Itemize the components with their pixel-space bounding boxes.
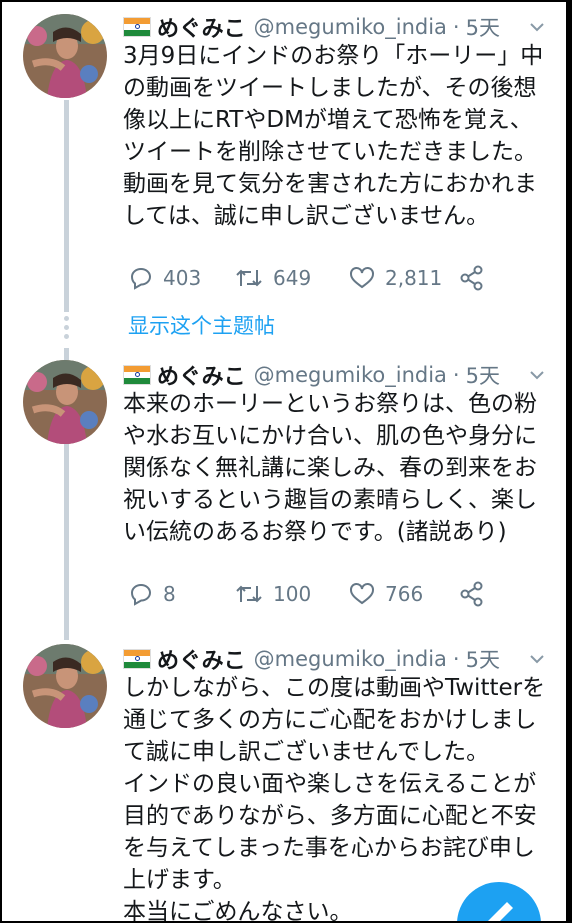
reply-button[interactable]: 403 [129, 263, 201, 293]
thread-gap-dots [64, 316, 69, 343]
timeline: めぐみこ @megumiko_india · 5天 3月9日にインドのお祭り「ホ… [2, 2, 566, 921]
timestamp[interactable]: 5天 [466, 644, 500, 674]
reply-count: 403 [163, 266, 202, 290]
like-button[interactable]: 766 [349, 579, 423, 609]
display-name[interactable]: めぐみこ [157, 11, 246, 43]
retweet-count: 649 [273, 266, 312, 290]
share-icon [460, 581, 483, 607]
user-handle[interactable]: @megumiko_india [254, 15, 447, 39]
separator: · [452, 15, 460, 39]
timestamp[interactable]: 5天 [466, 12, 500, 42]
tweet-header: めぐみこ @megumiko_india · 5天 [123, 360, 500, 390]
tweet-text: 本来のホーリーというお祭りは、色の粉 や水お互いにかけ合い、肌の色や身分に 関係… [123, 391, 537, 545]
avatar[interactable] [23, 360, 107, 444]
india-flag-icon [123, 365, 151, 385]
tweet-text: 3月9日にインドのお祭り「ホーリー」中 の動画をツイートしましたが、その後想 像… [123, 43, 544, 229]
like-count: 766 [385, 582, 424, 606]
display-name[interactable]: めぐみこ [157, 643, 246, 675]
chevron-down-icon[interactable] [528, 366, 546, 384]
share-icon [460, 265, 483, 291]
retweet-button[interactable]: 649 [235, 263, 311, 293]
user-handle[interactable]: @megumiko_india [254, 647, 447, 671]
compose-icon [488, 902, 513, 921]
like-button[interactable]: 2,811 [349, 263, 442, 293]
heart-icon [350, 267, 374, 289]
reply-button[interactable]: 8 [129, 579, 176, 609]
timestamp[interactable]: 5天 [466, 360, 500, 390]
thread-line [64, 100, 69, 312]
retweet-icon [236, 269, 262, 287]
reply-icon [130, 267, 152, 290]
india-flag-icon [123, 17, 151, 37]
avatar[interactable] [23, 14, 107, 98]
thread-line [64, 444, 69, 640]
separator: · [452, 647, 460, 671]
show-thread-link[interactable]: 显示这个主题帖 [128, 310, 275, 340]
separator: · [452, 363, 460, 387]
retweet-button[interactable]: 100 [235, 579, 311, 609]
user-handle[interactable]: @megumiko_india [254, 363, 447, 387]
avatar[interactable] [23, 644, 107, 728]
chevron-down-icon[interactable] [528, 650, 546, 668]
tweet-header: めぐみこ @megumiko_india · 5天 [123, 12, 500, 42]
retweet-count: 100 [273, 582, 312, 606]
share-button[interactable] [459, 579, 495, 609]
display-name[interactable]: めぐみこ [157, 359, 246, 391]
like-count: 2,811 [385, 266, 443, 290]
heart-icon [350, 583, 374, 605]
retweet-icon [236, 585, 262, 603]
chevron-down-icon[interactable] [528, 18, 546, 36]
reply-icon [130, 583, 152, 606]
tweet-header: めぐみこ @megumiko_india · 5天 [123, 644, 500, 674]
reply-count: 8 [163, 582, 176, 606]
thread-line [64, 348, 69, 360]
india-flag-icon [123, 649, 151, 669]
share-button[interactable] [459, 263, 495, 293]
